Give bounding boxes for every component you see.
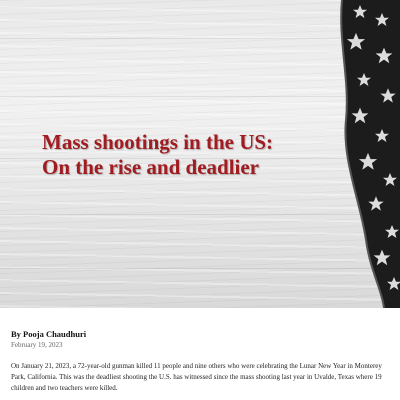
publish-date: February 19, 2023 — [11, 341, 63, 349]
byline-block: By Pooja Chaudhuri February 19, 2023 — [11, 329, 86, 349]
hero-image: Mass shootings in the US: On the rise an… — [0, 0, 400, 308]
headline-line-1: Mass shootings in the US: — [42, 130, 274, 154]
article-headline: Mass shootings in the US: On the rise an… — [42, 130, 273, 180]
author-byline: By Pooja Chaudhuri — [11, 329, 87, 339]
us-flag-stars-icon — [340, 0, 400, 308]
headline-line-2: On the rise and deadlier — [42, 155, 260, 179]
article-body-paragraph: On January 21, 2023, a 72-year-old gunma… — [11, 362, 382, 392]
